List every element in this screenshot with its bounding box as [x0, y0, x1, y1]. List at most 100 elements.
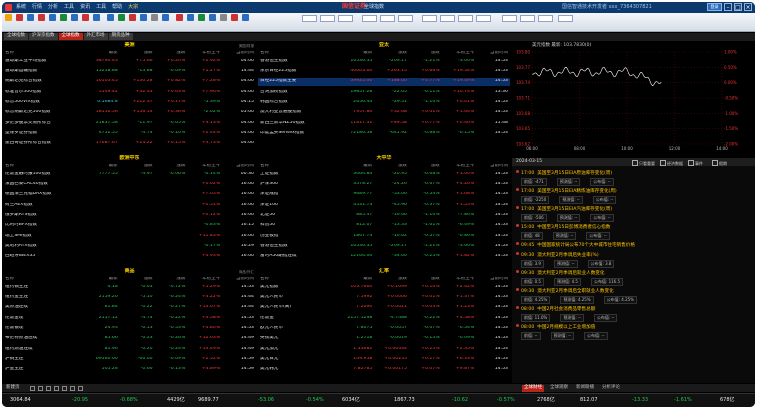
column-header[interactable]: 涨跌: [120, 164, 155, 169]
page-icon[interactable]: [30, 386, 35, 391]
toolbar-shortcut-button[interactable]: [422, 15, 437, 22]
maximize-icon[interactable]: □: [734, 3, 742, 11]
menu-item[interactable]: 行情: [32, 5, 42, 10]
toolbar-tool-icon[interactable]: [230, 14, 239, 22]
table-row[interactable]: 荷兰AEX指数 +0.51% 16:00: [3, 201, 256, 209]
calendar-item[interactable]: 09:30 澳大利亚2月季调后失业率(%) 前值: 3.9 预测值: -- 公布值: 3…: [516, 252, 752, 268]
table-row[interactable]: 印度孟买Sensex指数 72186.58 -641.92 -0.88% -0.15% 1…: [258, 129, 510, 137]
page-icon[interactable]: [54, 386, 59, 391]
table-row[interactable]: 纽约燃油连续 81.96 -0.20 -0.24% +14.49% 14:49: [3, 345, 256, 353]
table-row[interactable]: 英镑美元 1.2718 -0.0019 -0.15% -0.09% 14:53: [258, 335, 510, 343]
dollar-index-chart[interactable]: 美元指数 最新: 103.7830(0) 103.80 1.00% 103.77 0.…: [512, 42, 755, 157]
filter-checkbox[interactable]: 事件: [688, 160, 703, 166]
column-header[interactable]: 最新: [338, 51, 375, 56]
toolbar-tool-icon[interactable]: [208, 14, 217, 22]
column-header[interactable]: 年初至今: [187, 51, 222, 56]
toolbar-tool-icon[interactable]: [150, 14, 159, 22]
column-header[interactable]: 名称: [3, 277, 83, 282]
table-row[interactable]: 纳斯达克综合指数 16103.45 +130.28 +0.82% +7.28% 04:00: [3, 78, 256, 86]
table-row[interactable]: 沪金主连 505.28 -0.66 -0.13% +4.89% 14:59: [3, 365, 256, 373]
calendar-item[interactable]: 09:30 澳大利亚2月季调后就业人数变化 前值: 0.5 预测值: 4.5 公布值: …: [516, 270, 752, 286]
table-row[interactable]: 伦敦银现 24.93 -0.13 -0.53% +4.80% 14:53: [3, 324, 256, 332]
column-header[interactable]: 涨跌: [120, 51, 155, 56]
filter-checkbox[interactable]: 经济数据: [660, 160, 683, 166]
toolbar-shortcut-button[interactable]: [302, 15, 317, 22]
column-header[interactable]: 当前时间: [476, 51, 510, 56]
table-row[interactable]: 香港恒生指数 16536.35 -209.17 -1.21% -3.00% 14:53: [258, 57, 510, 65]
toolbar-tool-icon[interactable]: [106, 14, 115, 22]
column-header[interactable]: 年初至今: [187, 164, 222, 169]
column-header[interactable]: 年初至今: [442, 51, 477, 56]
table-row[interactable]: 台湾加权指数 19857.28 -22.65 -0.11% +10.74% 13:30: [258, 88, 510, 96]
table-row[interactable]: 富时A50期指连续 12164.00 -34.00 -0.25% +1.82% 14:53: [258, 252, 510, 260]
filter-checkbox[interactable]: 假期: [712, 160, 727, 166]
column-header[interactable]: 年初至今: [442, 164, 477, 169]
table-row[interactable]: 韩国综合指数 2656.44 -29.51 -1.10% +0.01% 14:53: [258, 98, 510, 106]
filter-checkbox[interactable]: 只看重要: [632, 160, 655, 166]
table-row[interactable]: 道琼斯工业平均指数 38790.43 +75.66 +0.20% +2.92% 04:00: [3, 57, 256, 65]
table-row[interactable]: 美元加元 1.35682 +0.00334 +0.25% +2.35% 14:53: [258, 345, 510, 353]
calendar-date[interactable]: 2024-03-15: [516, 159, 542, 165]
toolbar-tool-icon[interactable]: [197, 14, 206, 22]
toolbar-shortcut-button[interactable]: [458, 15, 473, 22]
column-header[interactable]: 涨跌: [409, 51, 442, 56]
toolbar-shortcut-button[interactable]: [558, 15, 573, 22]
toolbar-tool-icon[interactable]: [26, 14, 35, 22]
toolbar-shortcut-button[interactable]: [538, 15, 553, 22]
toolbar-shortcut-button[interactable]: [502, 15, 517, 22]
table-row[interactable]: 北证50 885.47 -16.46 -1.10% -7.80% 14:53: [258, 211, 510, 219]
toolbar-tool-icon[interactable]: [15, 14, 24, 22]
column-header[interactable]: 年初至今: [187, 277, 222, 282]
table-row[interactable]: 科创50 812.07 -13.33 -1.61% -6.49% 14:53: [258, 222, 510, 230]
toolbar-shortcut-button[interactable]: [362, 15, 377, 22]
toolbar-tool-icon[interactable]: [139, 14, 148, 22]
column-header[interactable]: 涨跌: [155, 277, 188, 282]
page-icon[interactable]: [70, 386, 75, 391]
column-header[interactable]: 年初至今: [442, 277, 477, 282]
toolbar-tool-icon[interactable]: [241, 14, 250, 22]
table-row[interactable]: 东京日经225指数 40003.60 +263.15 +0.66% +19.54% 14:…: [258, 67, 510, 75]
account-info[interactable]: 国信智通技术开发者 xxx_7364307821: [562, 5, 652, 10]
table-row[interactable]: 深证100 4531.73 -45.96 -0.37% +1.55% 14:53: [258, 201, 510, 209]
toolbar-shortcut-button[interactable]: [320, 15, 335, 22]
toolbar-tool-icon[interactable]: [128, 14, 137, 22]
column-header[interactable]: 名称: [3, 164, 83, 169]
table-row[interactable]: 多伦多股票交易所综合 21837.58 -11.97 -0.05% +4.13% 04:0…: [3, 119, 256, 127]
calendar-item[interactable]: 15:00 中国至3月15日彭博消费者信心指数 前值: 48 预测值: -- 公布值: …: [516, 224, 752, 240]
column-header[interactable]: 名称: [3, 51, 83, 56]
calendar-item[interactable]: 08:00 中国2月社会消费品零售总额 前值: 11.0% 预测值: -- 公布值: -…: [516, 306, 752, 322]
news-tab[interactable]: 全球财经: [522, 385, 544, 392]
table-row[interactable]: 上证指数 3064.84 -20.95 -0.68% +3.00% 14:53: [258, 170, 510, 178]
table-row[interactable]: 比利时BFX指数 -0.83% 16:15: [3, 222, 256, 230]
table-row[interactable]: 标普500VIX指数 0.5684.8 +212.37 +0.17% -5.39% 04:…: [3, 98, 256, 106]
table-row[interactable]: 澳大利亚普通股指数 7957.80 +32.68 +0.41% +1.64% 14:53: [258, 109, 510, 117]
menu-item[interactable]: 系统: [16, 5, 26, 10]
toolbar-tool-icon[interactable]: [219, 14, 228, 22]
toolbar-shortcut-button[interactable]: [476, 15, 491, 22]
table-row[interactable]: 西班牙IBEX35 +4.93% 16:00: [3, 252, 256, 260]
minimize-icon[interactable]: –: [724, 3, 732, 11]
menu-item[interactable]: 大宗: [128, 5, 138, 10]
toolbar-shortcut-button[interactable]: [520, 15, 535, 22]
tab-2[interactable]: 全球指数: [58, 33, 83, 40]
toolbar-tool-icon[interactable]: [117, 14, 126, 22]
table-row[interactable]: 俄罗斯RTS指数 +0.12% 16:00: [3, 211, 256, 219]
table-row[interactable]: 深证成指 9689.77 -53.06 -0.54% +1.68% 14:53: [258, 191, 510, 199]
column-header[interactable]: 名称: [258, 277, 338, 282]
column-header[interactable]: 涨跌: [120, 277, 155, 282]
column-header[interactable]: 最新: [338, 164, 375, 169]
table-row[interactable]: 布伦特原油连续 85.66 -0.23 -0.26% +12.63% 14:49: [3, 335, 256, 343]
news-tab[interactable]: 分析评论: [600, 385, 622, 392]
toolbar-tool-icon[interactable]: [186, 14, 195, 22]
page-icon[interactable]: [62, 386, 67, 391]
table-row[interactable]: 纽约金主连 2159.20 -5.10 -0.24% +4.22% 14:44: [3, 293, 256, 301]
toolbar-tool-icon[interactable]: [81, 14, 90, 22]
column-header[interactable]: 最新: [83, 277, 120, 282]
menu-item[interactable]: 帮助: [112, 5, 122, 10]
news-tab[interactable]: 全球观察: [548, 385, 570, 392]
calendar-item[interactable]: 17:00 美国至3月15日EIA精炼油库存变化(周) 前值: -2250 预测值: …: [516, 188, 752, 204]
calendar-item[interactable]: 17:00 美国至3月15日EIA汽油库存变化(周) 前值: -506 预测值: --…: [516, 206, 752, 222]
column-header[interactable]: 当前时间: [222, 164, 256, 169]
table-row[interactable]: 伦敦金 2157.1298 -4.7488 -0.22% +4.58% 14:53: [258, 314, 510, 322]
close-icon[interactable]: ×: [744, 3, 752, 11]
